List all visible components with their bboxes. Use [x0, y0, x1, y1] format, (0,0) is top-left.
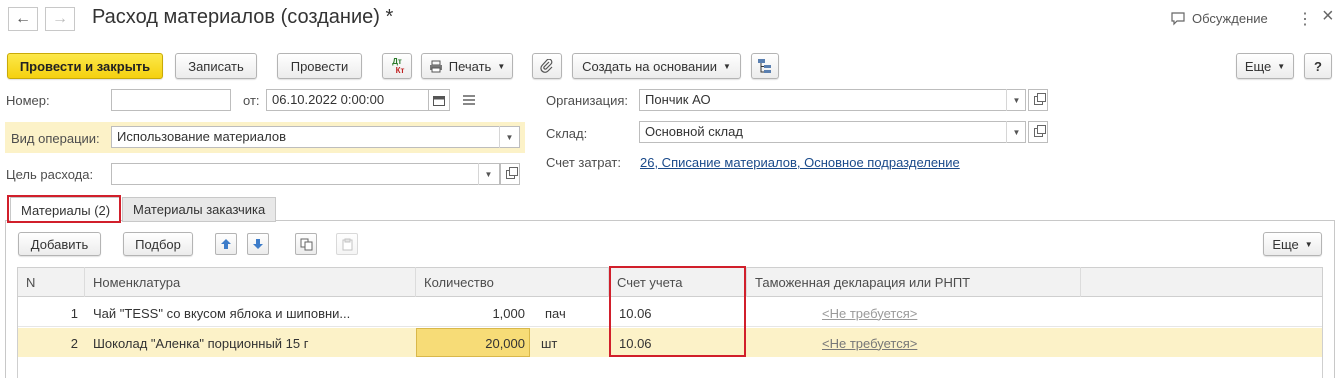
save-button[interactable]: Записать [175, 53, 257, 79]
column-header-n[interactable]: N [18, 267, 85, 297]
arrow-down-icon [253, 239, 263, 249]
more-label: Еще [1244, 58, 1272, 74]
calendar-icon [433, 95, 445, 106]
page-title: Расход материалов (создание) * [92, 6, 394, 28]
more-menu-icon[interactable]: ⋮ [1297, 9, 1313, 29]
dtkt-icon-top: Дт [392, 57, 402, 66]
date-field[interactable]: 06.10.2022 0:00:00 [266, 89, 430, 111]
row-account[interactable]: 10.06 [619, 329, 652, 357]
back-button[interactable]: ← [8, 7, 38, 31]
open-form-icon [1033, 92, 1046, 105]
row-customs[interactable]: <Не требуется> [822, 299, 917, 327]
forward-button[interactable]: → [45, 7, 75, 31]
operation-type-label: Вид операции: [11, 131, 100, 146]
hierarchy-icon [758, 59, 771, 73]
pick-button[interactable]: Подбор [123, 232, 193, 256]
move-up-button[interactable] [215, 233, 237, 255]
structure-button[interactable] [751, 53, 779, 79]
print-button[interactable]: Печать ▼ [421, 53, 513, 79]
row-item[interactable]: Шоколад "Аленка" порционный 15 г [93, 329, 413, 357]
column-header-item[interactable]: Номенклатура [85, 267, 416, 297]
add-row-button[interactable]: Добавить [18, 232, 101, 256]
organization-dropdown[interactable]: ▼ [1006, 89, 1026, 111]
paste-icon [342, 238, 352, 250]
tab-customer-materials[interactable]: Материалы заказчика [122, 197, 277, 222]
printer-icon [429, 60, 442, 72]
copy-button[interactable] [295, 233, 317, 255]
row-quantity[interactable]: 20,000 [420, 329, 525, 357]
column-header-account[interactable]: Счет учета [609, 267, 747, 297]
tab-materials[interactable]: Материалы (2) [10, 197, 122, 222]
triangle-down-icon: ▼ [1012, 127, 1021, 137]
purpose-open-button[interactable] [500, 163, 520, 185]
discussion-label: Обсуждение [1192, 11, 1268, 26]
warehouse-field[interactable]: Основной склад [639, 121, 1026, 143]
chevron-down-icon: ▼ [1277, 61, 1286, 71]
row-account[interactable]: 10.06 [619, 299, 652, 327]
organization-open-button[interactable] [1028, 89, 1048, 111]
column-header-quantity[interactable]: Количество [416, 267, 609, 297]
purpose-dropdown[interactable]: ▼ [478, 163, 498, 185]
comment-icon[interactable] [463, 95, 475, 105]
row-number: 2 [70, 335, 78, 351]
warehouse-open-button[interactable] [1028, 121, 1048, 143]
chevron-down-icon: ▼ [497, 61, 506, 71]
triangle-down-icon: ▼ [505, 132, 514, 142]
row-number: 1 [70, 305, 78, 321]
paste-button[interactable] [336, 233, 358, 255]
table-more-button[interactable]: Еще ▼ [1263, 232, 1322, 256]
post-and-close-button[interactable]: Провести и закрыть [7, 53, 163, 79]
row-quantity[interactable]: 1,000 [420, 299, 525, 327]
warehouse-label: Склад: [546, 126, 588, 141]
organization-label: Организация: [546, 93, 629, 108]
help-button[interactable]: ? [1304, 53, 1332, 79]
paperclip-icon [540, 59, 553, 73]
triangle-down-icon: ▼ [1012, 95, 1021, 105]
discussion-button[interactable]: Обсуждение [1170, 11, 1268, 26]
copy-icon [300, 238, 312, 250]
row-unit: шт [541, 335, 558, 351]
row-customs[interactable]: <Не требуется> [822, 329, 917, 357]
dtkt-button[interactable]: Дт Кт [382, 53, 412, 79]
organization-field[interactable]: Пончик АО [639, 89, 1026, 111]
post-button[interactable]: Провести [277, 53, 362, 79]
column-header-customs[interactable]: Таможенная декларация или РНПТ [747, 267, 1081, 297]
create-based-on-button[interactable]: Создать на основании ▼ [572, 53, 741, 79]
chat-icon [1171, 11, 1185, 25]
close-icon[interactable]: × [1322, 5, 1334, 28]
purpose-field[interactable] [111, 163, 500, 185]
print-label: Печать [448, 58, 492, 74]
open-form-icon [505, 166, 518, 179]
arrow-left-icon: ← [15, 10, 31, 27]
number-field[interactable] [111, 89, 231, 111]
purpose-label: Цель расхода: [6, 167, 94, 182]
cost-account-link[interactable]: 26, Списание материалов, Основное подраз… [640, 155, 960, 170]
chevron-down-icon: ▼ [722, 61, 731, 71]
attach-button[interactable] [532, 53, 562, 79]
arrow-right-icon: → [52, 10, 68, 27]
create-based-on-label: Создать на основании [582, 58, 717, 74]
warehouse-dropdown[interactable]: ▼ [1006, 121, 1026, 143]
operation-type-field[interactable]: Использование материалов [111, 126, 520, 148]
open-form-icon [1033, 124, 1046, 137]
operation-type-dropdown[interactable]: ▼ [499, 126, 519, 148]
number-label: Номер: [6, 93, 50, 108]
row-item[interactable]: Чай "TESS" со вкусом яблока и шиповни... [93, 299, 413, 327]
more-button[interactable]: Еще ▼ [1236, 53, 1294, 79]
cost-account-label: Счет затрат: [546, 155, 621, 170]
date-from-label: от: [243, 93, 260, 108]
table-more-label: Еще [1272, 236, 1299, 252]
chevron-down-icon: ▼ [1304, 239, 1313, 249]
dtkt-icon-bottom: Кт [395, 66, 405, 75]
triangle-down-icon: ▼ [484, 169, 493, 179]
row-unit: пач [545, 305, 566, 321]
arrow-up-icon [221, 239, 231, 249]
calendar-button[interactable] [428, 89, 450, 111]
move-down-button[interactable] [247, 233, 269, 255]
